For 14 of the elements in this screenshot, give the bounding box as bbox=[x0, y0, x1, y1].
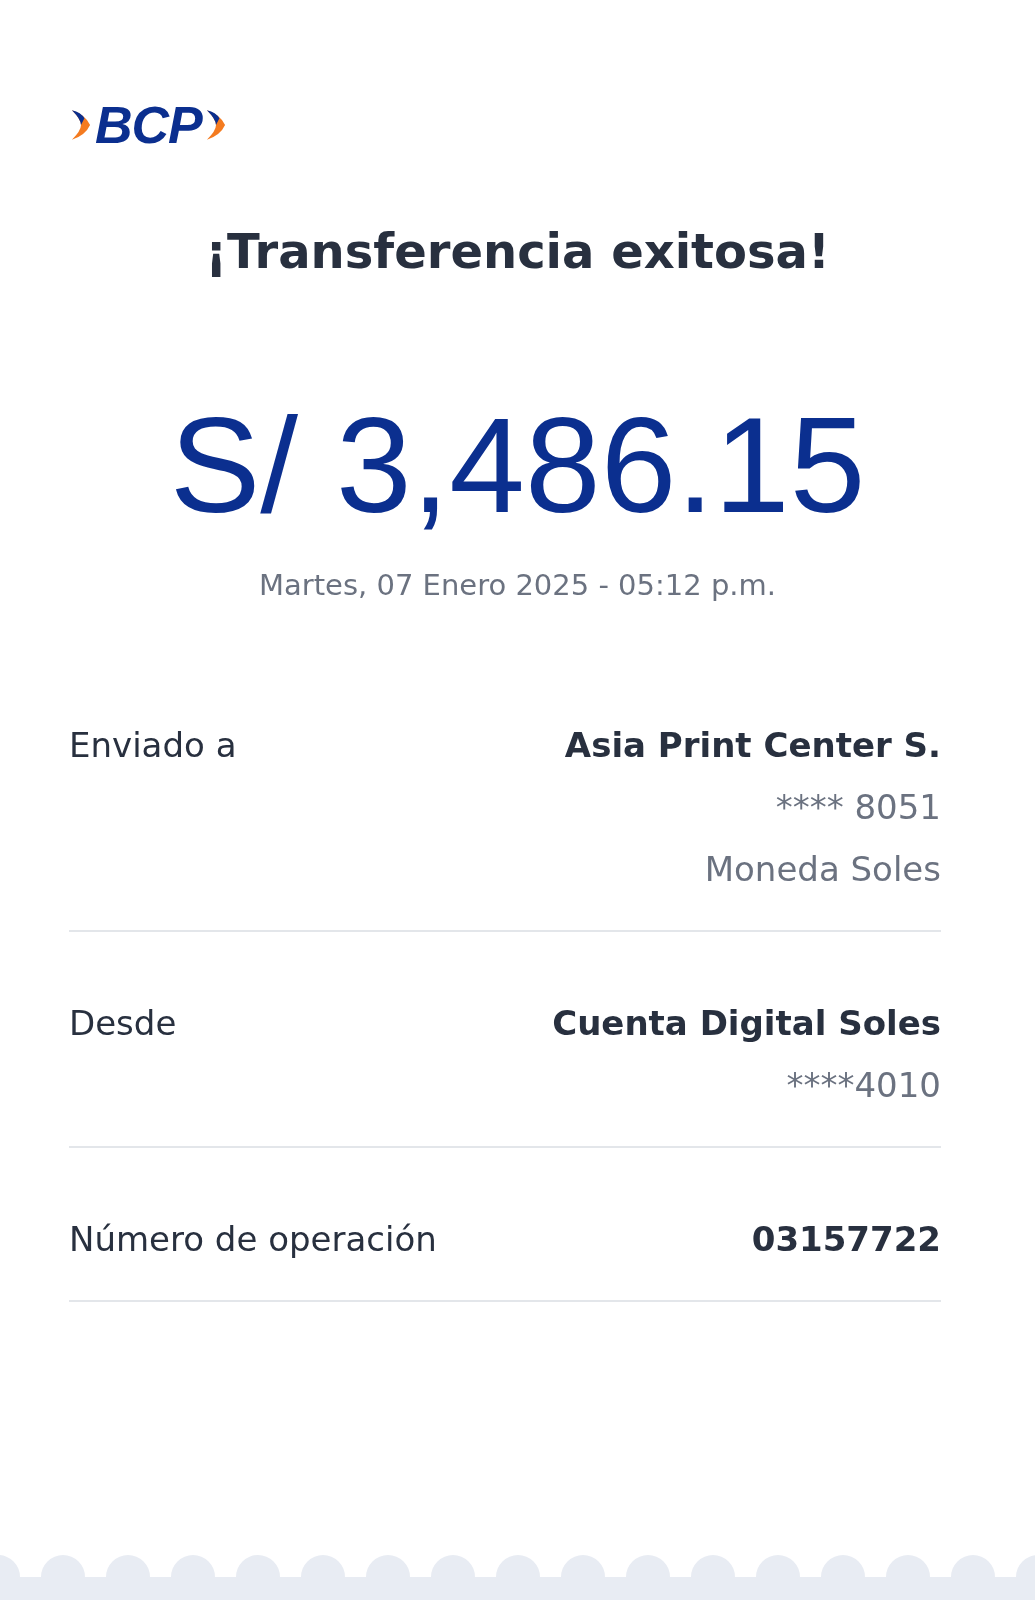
detail-value: Moneda Soles bbox=[703, 848, 941, 892]
amount: S/ 3,486.15 bbox=[168, 390, 867, 541]
chevron-icon bbox=[69, 108, 93, 142]
bank-logo: BCP bbox=[69, 100, 228, 150]
detail-value: Asia Print Center S. bbox=[564, 724, 941, 768]
detail-value: 03157722 bbox=[751, 1218, 941, 1262]
detail-value: ****4010 bbox=[785, 1064, 941, 1108]
detail-label: Número de operación bbox=[69, 1218, 437, 1262]
detail-value: **** 8051 bbox=[774, 786, 941, 830]
detail-value: Cuenta Digital Soles bbox=[552, 1002, 941, 1046]
detail-label: Enviado a bbox=[69, 724, 237, 768]
detail-label: Desde bbox=[69, 1002, 177, 1046]
date-time: Martes, 07 Enero 2025 - 05:12 p.m. bbox=[258, 568, 777, 603]
success-title: ¡Transferencia exitosa! bbox=[204, 223, 831, 281]
